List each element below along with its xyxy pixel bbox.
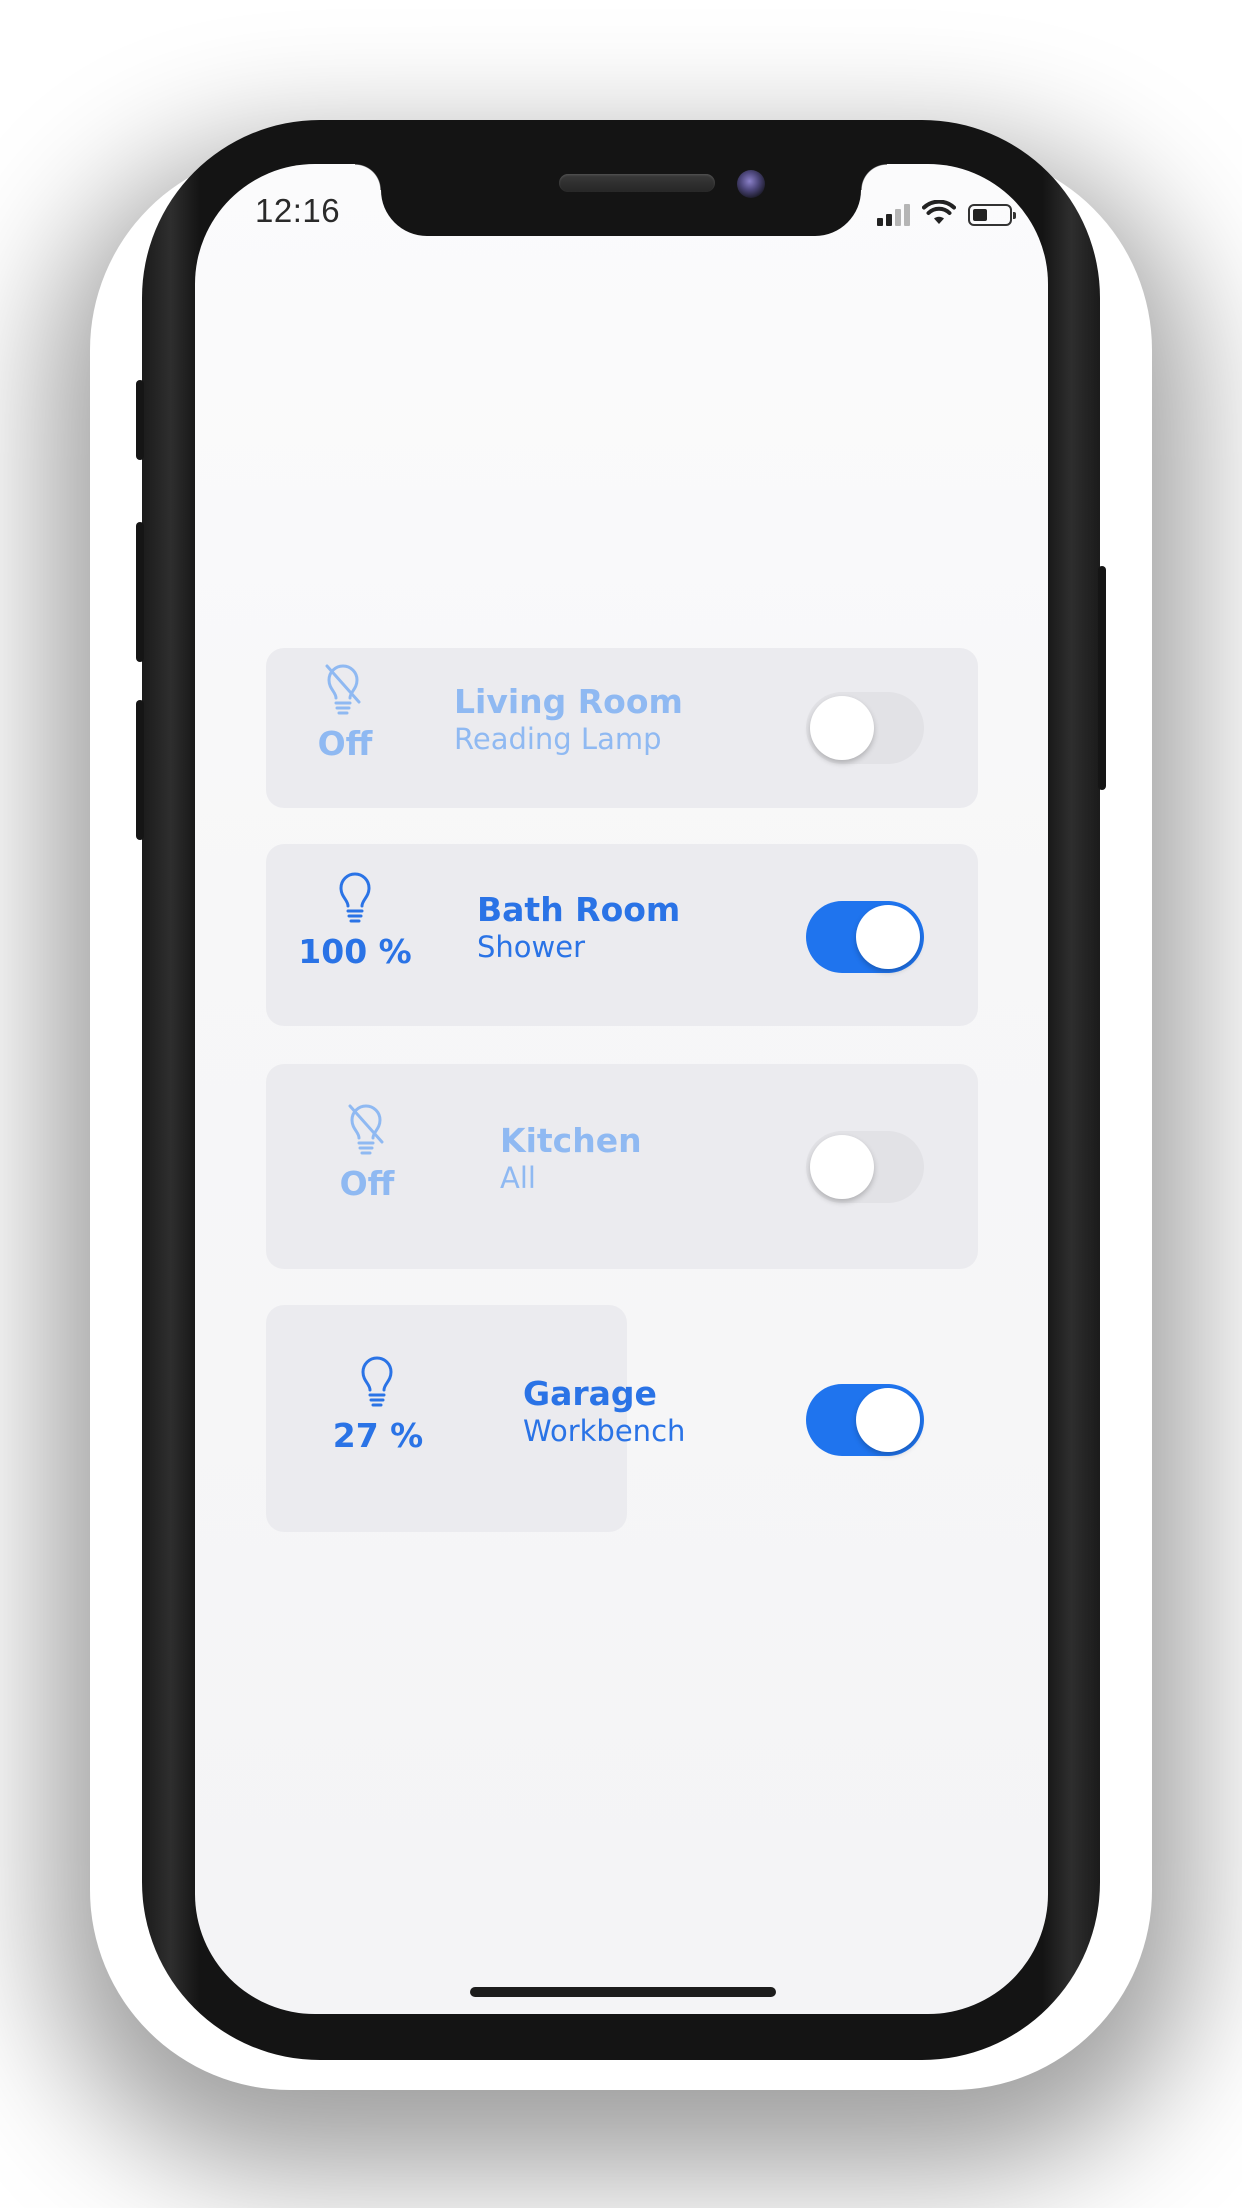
volume-up-button	[136, 522, 144, 662]
fixture-name: All	[500, 1161, 536, 1195]
volume-down-button	[136, 700, 144, 840]
room-name: Kitchen	[500, 1121, 642, 1160]
room-name: Bath Room	[477, 890, 681, 929]
home-indicator[interactable]	[470, 1987, 776, 1997]
fixture-name: Reading Lamp	[454, 722, 662, 756]
cellular-signal-icon	[877, 204, 910, 226]
mute-switch	[136, 380, 144, 460]
light-level: Off	[339, 1164, 395, 1203]
lightbulb-icon	[361, 1356, 393, 1407]
speaker-grille	[559, 174, 715, 192]
status-time: 12:16	[255, 192, 341, 229]
lightbulb-off-icon	[325, 664, 361, 715]
side-button	[1098, 566, 1106, 790]
status-icons	[877, 200, 1016, 226]
light-level: 27 %	[332, 1416, 424, 1455]
wifi-icon	[922, 200, 956, 224]
lightbulb-icon	[339, 872, 371, 923]
lightbulb-off-icon	[348, 1104, 384, 1155]
front-camera	[737, 170, 765, 198]
room-name: Garage	[523, 1374, 657, 1413]
toggle-bath-room[interactable]	[806, 901, 924, 973]
fixture-name: Shower	[477, 930, 586, 964]
screen: 12:16 Off Living Room Reading Lamp 100 %…	[195, 164, 1048, 2014]
toggle-garage[interactable]	[806, 1384, 924, 1456]
room-name: Living Room	[454, 682, 683, 721]
light-level: Off	[317, 724, 373, 763]
toggle-living-room[interactable]	[806, 692, 924, 764]
light-level: 100 %	[298, 932, 412, 971]
notch	[355, 164, 887, 236]
toggle-kitchen[interactable]	[806, 1131, 924, 1203]
fixture-name: Workbench	[523, 1414, 686, 1448]
battery-icon	[968, 204, 1016, 226]
